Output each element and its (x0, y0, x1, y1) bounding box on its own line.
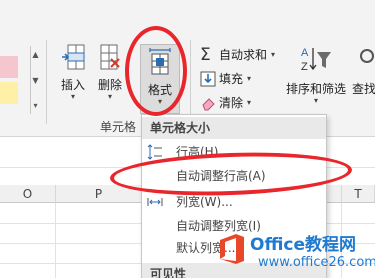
chevron-down-icon: ▾ (107, 92, 112, 101)
insert-label: 插入 (60, 78, 85, 92)
delete-cells-icon (100, 44, 120, 70)
ribbon-separator (46, 40, 47, 124)
chevron-down-icon: ▾ (247, 98, 252, 107)
fill-label: 填充 (219, 72, 244, 86)
row-height-icon (147, 144, 162, 160)
chevron-down-icon: ▾ (247, 74, 252, 83)
office-logo-icon (220, 234, 244, 264)
watermark: Office教程网 www.office26.com (218, 228, 375, 278)
svg-text:Z: Z (301, 61, 308, 73)
svg-text:A: A (301, 47, 309, 59)
delete-label: 删除 (97, 78, 122, 92)
sort-filter-button[interactable]: A Z 排序和筛选 ▾ (286, 44, 346, 105)
watermark-title: Office教程网 (250, 235, 357, 255)
column-width-icon (147, 198, 163, 206)
cell-style-swatch-yellow[interactable] (0, 82, 18, 104)
chevron-down-icon: ▾ (314, 96, 319, 105)
chevron-down-icon: ▾ (271, 50, 276, 59)
cells-group-label: 单元格 (100, 120, 137, 134)
chevron-down-icon[interactable]: ▼ (32, 76, 38, 85)
column-gridline (55, 203, 56, 278)
annotation-circle-format (125, 26, 187, 116)
autosum-label: 自动求和 (219, 48, 268, 62)
delete-button[interactable]: 删除 ▾ (97, 42, 123, 101)
chevron-down-icon: ▾ (70, 92, 75, 101)
sort-filter-label: 排序和筛选 (286, 82, 347, 96)
more-icon[interactable]: ▾ (33, 101, 37, 110)
fill-down-icon (200, 71, 216, 86)
find-button[interactable]: 查找 (352, 44, 375, 97)
column-header-t[interactable]: T (342, 185, 375, 203)
clear-button[interactable]: 清除 ▾ (200, 94, 251, 111)
sort-filter-icon: A Z (301, 47, 331, 73)
insert-cells-icon (62, 44, 85, 70)
column-header-o[interactable]: O (0, 185, 56, 203)
cell-style-swatch-pink[interactable] (0, 56, 18, 78)
eraser-icon (202, 97, 215, 110)
menu-section-cell-size: 单元格大小 (142, 117, 326, 139)
watermark-url: www.office26.com (258, 255, 375, 270)
chevron-up-icon[interactable]: ▲ (32, 50, 38, 59)
fill-button[interactable]: 填充 ▾ (200, 70, 251, 87)
insert-button[interactable]: 插入 ▾ (60, 42, 86, 101)
find-label: 查找 (352, 82, 375, 96)
autosum-button[interactable]: Σ 自动求和 ▾ (200, 46, 275, 63)
clear-label: 清除 (219, 96, 244, 110)
magnifier-icon (360, 49, 374, 63)
menu-item-label: 列宽(W)... (176, 195, 233, 209)
sigma-icon: Σ (200, 44, 211, 65)
ribbon-separator (190, 40, 191, 124)
style-gallery-scrollbar[interactable]: ▲ ▼ ▾ (30, 46, 40, 114)
